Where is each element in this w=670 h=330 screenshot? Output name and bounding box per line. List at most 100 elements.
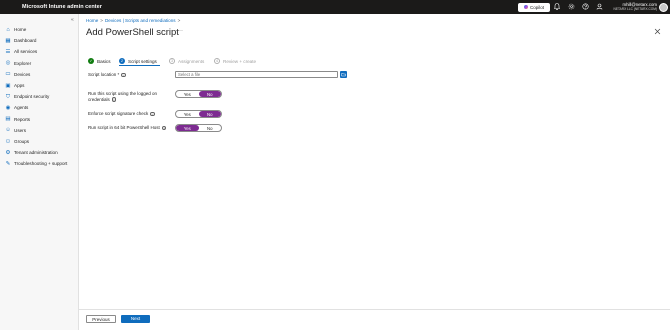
info-icon[interactable]: i bbox=[161, 125, 167, 130]
sidebar-item-apps[interactable]: ▣ Apps bbox=[0, 80, 79, 91]
feedback-icon[interactable] bbox=[595, 3, 603, 11]
sidebar-item-groups[interactable]: ⚇ Groups bbox=[0, 136, 79, 147]
step-assignments: 3 Assignments bbox=[169, 57, 204, 65]
sidebar-item-label: Tenant administration bbox=[14, 150, 58, 156]
next-button[interactable]: Next bbox=[121, 315, 150, 323]
run-logged-on-label: Run this script using the logged on cred… bbox=[88, 91, 157, 102]
close-icon[interactable] bbox=[654, 28, 661, 37]
copilot-icon bbox=[523, 5, 528, 9]
sidebar-item-explorer[interactable]: ◎ Explorer bbox=[0, 58, 79, 69]
copilot-label: Copilot bbox=[529, 4, 544, 10]
account-info[interactable]: mhill@netarx.com NETARX LLC (NETARX.COM) bbox=[612, 2, 657, 11]
sidebar-item-tenant-administration[interactable]: ⚙ Tenant administration bbox=[0, 147, 79, 158]
active-step-indicator bbox=[119, 64, 160, 66]
sidebar-item-users[interactable]: ☺ Users bbox=[0, 125, 79, 136]
step-number: 4 bbox=[214, 58, 220, 64]
groups-icon: ⚇ bbox=[5, 138, 11, 145]
agents-icon: ◉ bbox=[5, 104, 11, 111]
label-text: Script location * bbox=[88, 72, 120, 77]
toggle-no[interactable]: No bbox=[198, 91, 221, 97]
users-icon: ☺ bbox=[5, 127, 11, 134]
sidebar-item-dashboard[interactable]: ▦ Dashboard bbox=[0, 35, 79, 46]
label-text-line2: credentials bbox=[88, 96, 110, 102]
shield-icon: ⛉ bbox=[5, 93, 11, 100]
step-number: 2 bbox=[119, 58, 125, 64]
signature-check-label: Enforce script signature check i bbox=[88, 111, 155, 117]
run-64bit-toggle[interactable]: Yes No bbox=[175, 124, 222, 132]
sidebar-item-label: Reports bbox=[14, 116, 31, 122]
info-icon[interactable]: i bbox=[121, 72, 126, 77]
sidebar-item-troubleshooting-support[interactable]: ✎ Troubleshooting + support bbox=[0, 158, 79, 169]
more-options-icon[interactable]: ··· bbox=[177, 28, 183, 34]
step-label: Basics bbox=[97, 58, 111, 64]
signature-check-toggle[interactable]: Yes No bbox=[175, 110, 222, 118]
label-text-line1: Run this script using the logged on bbox=[88, 91, 158, 96]
tenant-icon: ⚙ bbox=[5, 149, 11, 156]
sidebar-item-all-services[interactable]: ☰ All services bbox=[0, 46, 79, 57]
browse-folder-button[interactable] bbox=[340, 71, 347, 78]
breadcrumb-separator: > bbox=[100, 18, 103, 23]
toggle-no[interactable]: No bbox=[198, 111, 221, 117]
label-text: Run script in 64 bit PowerShell Host bbox=[88, 125, 160, 130]
footer-bar bbox=[79, 309, 670, 330]
step-label: Script settings bbox=[128, 58, 157, 64]
step-basics[interactable]: ✓ Basics bbox=[88, 57, 111, 65]
sidebar-item-devices[interactable]: ▭ Devices bbox=[0, 69, 79, 80]
sidebar-item-label: Home bbox=[14, 27, 27, 32]
sidebar-item-label: Apps bbox=[14, 83, 25, 88]
avatar[interactable] bbox=[659, 2, 668, 12]
sidebar-item-label: Groups bbox=[14, 139, 30, 144]
step-label: Assignments bbox=[178, 58, 205, 64]
sidebar: « ⌂ Home ▦ Dashboard ☰ All services ◎ Explorer ▭… bbox=[0, 14, 79, 330]
explorer-icon: ◎ bbox=[5, 60, 11, 67]
breadcrumb: Home > Devices | Scripts and remediations > bbox=[86, 18, 182, 23]
toggle-no[interactable]: No bbox=[199, 125, 222, 131]
all-services-icon: ☰ bbox=[5, 48, 11, 55]
sidebar-item-label: Agents bbox=[14, 105, 29, 111]
sidebar-item-endpoint-security[interactable]: ⛉ Endpoint security bbox=[0, 91, 79, 102]
sidebar-item-agents[interactable]: ◉ Agents bbox=[0, 102, 79, 113]
sidebar-item-label: Explorer bbox=[14, 60, 32, 66]
toggle-yes[interactable]: Yes bbox=[176, 91, 199, 97]
info-icon[interactable]: i bbox=[150, 111, 155, 116]
previous-button[interactable]: Previous bbox=[86, 315, 116, 323]
reports-icon: ▤ bbox=[5, 116, 11, 123]
run-64bit-label: Run script in 64 bit PowerShell Host i bbox=[88, 125, 167, 131]
script-location-label: Script location * i bbox=[88, 72, 126, 78]
toggle-yes[interactable]: Yes bbox=[176, 111, 199, 117]
run-logged-on-toggle[interactable]: Yes No bbox=[175, 90, 222, 98]
apps-icon: ▣ bbox=[5, 82, 11, 89]
sidebar-item-label: Dashboard bbox=[14, 38, 37, 44]
dashboard-icon: ▦ bbox=[5, 37, 11, 44]
sidebar-item-label: Endpoint security bbox=[14, 94, 50, 100]
app-title[interactable]: Microsoft Intune admin center bbox=[22, 4, 102, 10]
toggle-yes[interactable]: Yes bbox=[176, 125, 199, 131]
home-icon: ⌂ bbox=[6, 26, 10, 33]
devices-icon: ▭ bbox=[5, 71, 11, 78]
step-review-create: 4 Review + create bbox=[214, 57, 256, 65]
label-text: Enforce script signature check bbox=[88, 111, 149, 116]
page-title: Add PowerShell script bbox=[86, 27, 179, 38]
bell-icon[interactable] bbox=[553, 3, 561, 11]
gear-icon[interactable] bbox=[567, 3, 575, 11]
help-icon[interactable] bbox=[581, 3, 589, 11]
sidebar-item-label: Users bbox=[14, 127, 26, 133]
check-icon: ✓ bbox=[88, 58, 94, 64]
step-number: 3 bbox=[169, 58, 175, 64]
collapse-sidebar-icon[interactable]: « bbox=[71, 17, 74, 23]
sidebar-item-label: All services bbox=[14, 49, 38, 55]
step-label: Review + create bbox=[223, 58, 257, 64]
copilot-button[interactable]: Copilot bbox=[518, 2, 550, 12]
top-bar: Microsoft Intune admin center Copilot mh… bbox=[0, 0, 670, 14]
sidebar-item-reports[interactable]: ▤ Reports bbox=[0, 114, 79, 125]
wrench-icon: ✎ bbox=[5, 160, 11, 167]
script-file-input[interactable]: Select a file bbox=[175, 71, 338, 78]
sidebar-item-label: Devices bbox=[14, 71, 31, 77]
breadcrumb-devices-scripts[interactable]: Devices | Scripts and remediations bbox=[105, 18, 176, 23]
breadcrumb-separator: > bbox=[177, 18, 181, 23]
sidebar-item-home[interactable]: ⌂ Home bbox=[0, 24, 79, 35]
sidebar-item-label: Troubleshooting + support bbox=[14, 161, 68, 167]
info-icon[interactable]: i bbox=[111, 97, 117, 102]
user-org: NETARX LLC (NETARX.COM) bbox=[613, 7, 657, 11]
breadcrumb-home[interactable]: Home bbox=[86, 18, 98, 23]
